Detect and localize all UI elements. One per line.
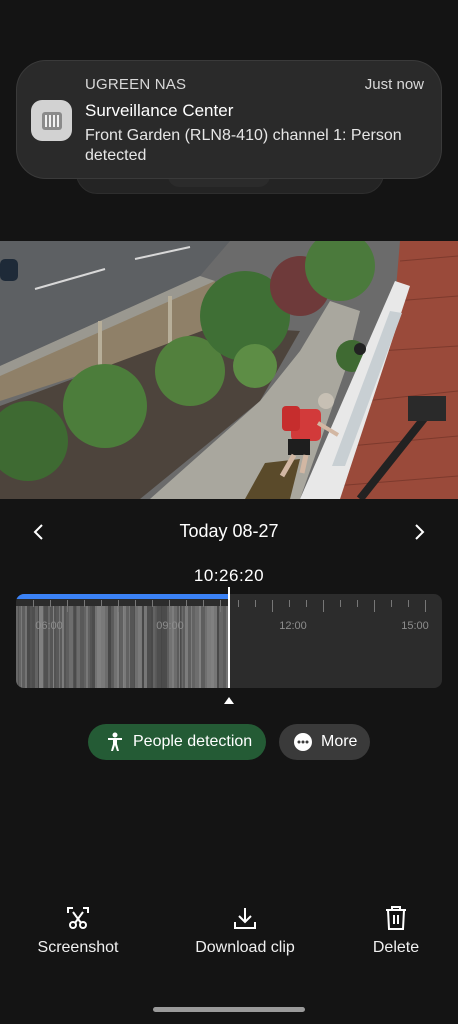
tick-label-1200: 12:00 xyxy=(279,620,307,632)
more-dots-icon xyxy=(293,732,313,752)
timeline-tick xyxy=(238,600,239,607)
notification-time: Just now xyxy=(364,76,424,93)
timeline-tick xyxy=(33,600,34,607)
date-label: Today 08-27 xyxy=(179,521,279,541)
timeline-tick xyxy=(272,600,273,612)
notification-title: Surveillance Center xyxy=(85,101,234,120)
timeline-tick xyxy=(186,600,187,607)
timeline-tick xyxy=(374,600,375,612)
timeline-tick xyxy=(306,600,307,607)
more-label: More xyxy=(321,733,358,750)
current-time-readout: 10:26:20 xyxy=(193,566,265,585)
timeline-tick xyxy=(323,600,324,612)
home-indicator[interactable] xyxy=(153,1007,305,1012)
timeline-tick xyxy=(391,600,392,607)
timeline-tick xyxy=(67,600,68,612)
notification-app-name: UGREEN NAS xyxy=(85,76,187,93)
timeline-tick xyxy=(255,600,256,607)
notification-card[interactable]: UGREEN NAS Just now Surveillance Center … xyxy=(16,60,442,179)
people-detection-label: People detection xyxy=(133,733,253,750)
delete-button[interactable]: Delete xyxy=(336,903,456,957)
timeline-tick xyxy=(289,600,290,607)
notification-body: Front Garden (RLN8-410) channel 1: Perso… xyxy=(85,127,402,164)
timeline-tick xyxy=(50,600,51,607)
timeline-tick xyxy=(84,600,85,607)
playback-progress-bar xyxy=(16,594,229,599)
screenshot-label: Screenshot xyxy=(37,939,119,956)
camera-snapshot[interactable] xyxy=(0,241,458,499)
tick-label-0600: 06:00 xyxy=(35,620,63,632)
timeline-tick xyxy=(169,600,170,612)
nas-app-icon xyxy=(31,100,72,141)
download-icon xyxy=(185,903,305,933)
timeline-tick xyxy=(357,600,358,607)
recording-segments xyxy=(16,606,229,688)
screenshot-button[interactable]: Screenshot xyxy=(18,903,138,957)
person-icon xyxy=(105,732,125,752)
tick-label-1500: 15:00 xyxy=(401,620,429,632)
people-detection-chip[interactable]: People detection xyxy=(88,724,266,760)
tick-label-0900: 09:00 xyxy=(156,620,184,632)
timeline-tick xyxy=(101,600,102,607)
timeline-tick xyxy=(220,600,221,612)
more-chip[interactable]: More xyxy=(279,724,370,760)
scissors-icon xyxy=(18,903,138,933)
delete-label: Delete xyxy=(372,939,420,956)
download-clip-label: Download clip xyxy=(195,939,295,956)
timeline-tick xyxy=(118,600,119,612)
timeline-tick xyxy=(203,600,204,607)
trash-icon xyxy=(336,903,456,933)
timeline-tick xyxy=(408,600,409,607)
chevron-right-icon[interactable] xyxy=(407,520,431,544)
timeline-tick xyxy=(135,600,136,607)
playhead-marker[interactable] xyxy=(224,697,234,704)
playhead-line[interactable] xyxy=(228,587,230,688)
timeline-tick xyxy=(425,600,426,612)
download-clip-button[interactable]: Download clip xyxy=(185,903,305,957)
timeline-tick xyxy=(340,600,341,607)
timeline-tick xyxy=(152,600,153,607)
